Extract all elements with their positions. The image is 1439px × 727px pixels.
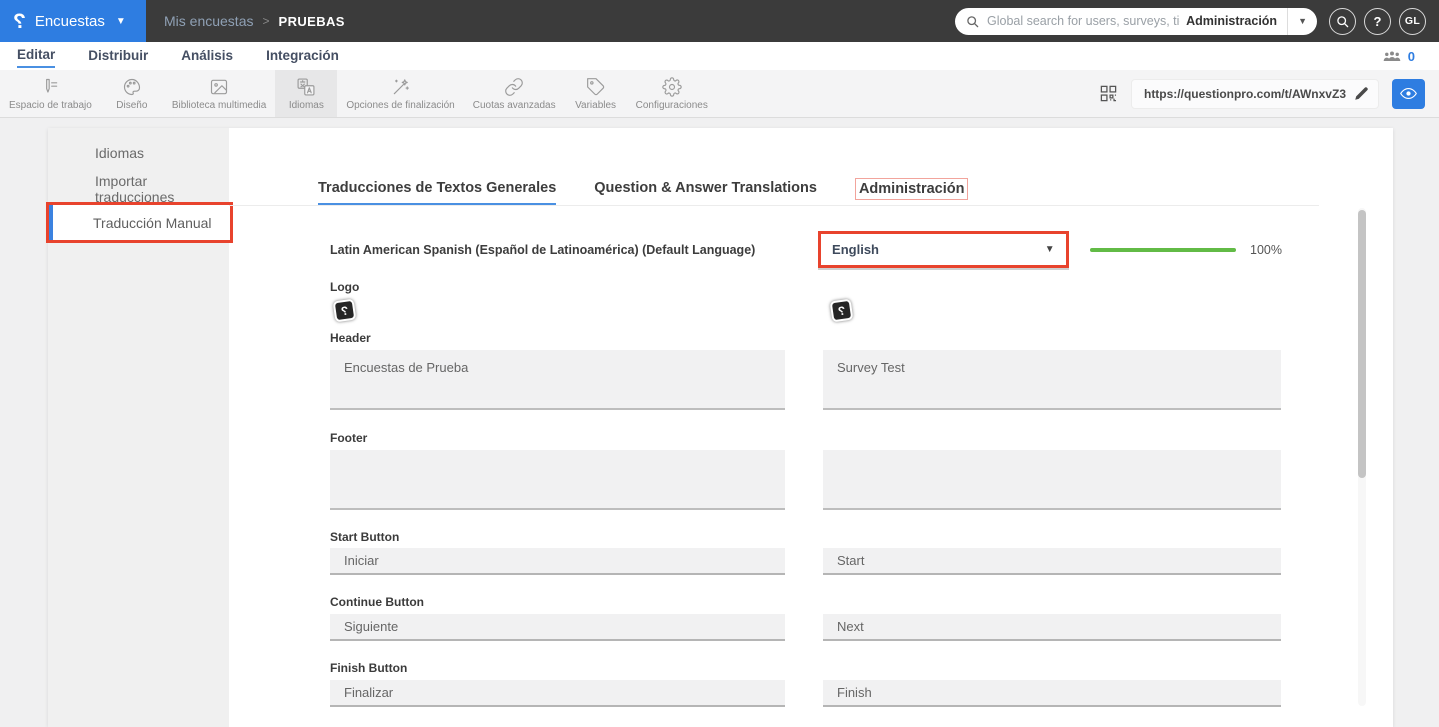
tab-question-answer-translations[interactable]: Question & Answer Translations — [594, 180, 817, 206]
workspace-icon — [40, 77, 60, 97]
image-icon — [209, 77, 229, 97]
source-logo-thumbnail[interactable]: ? — [332, 298, 357, 323]
respondent-count[interactable]: 0 — [1408, 49, 1415, 64]
field-label-continue-button: Continue Button — [330, 595, 424, 609]
breadcrumb-current: PRUEBAS — [278, 13, 345, 29]
target-language-dropdown[interactable]: English ▼ — [818, 231, 1069, 268]
target-logo-thumbnail[interactable]: ? — [829, 298, 854, 323]
start-button-source-input[interactable]: Iniciar — [330, 548, 785, 575]
brand-label: Encuestas — [34, 12, 105, 30]
survey-nav: Editar Distribuir Análisis Integración 0 — [0, 42, 1439, 70]
toolbar-item-configuraciones[interactable]: Configuraciones — [627, 70, 717, 117]
breadcrumb-separator: > — [262, 14, 270, 28]
search-button[interactable] — [1329, 7, 1356, 35]
field-label-logo: Logo — [330, 280, 360, 294]
breadcrumb-parent-link[interactable]: Mis encuestas — [164, 13, 253, 29]
search-icon — [966, 15, 979, 28]
header-fields-row: Encuestas de Prueba Survey Test — [330, 350, 1282, 410]
translation-tabs: Traducciones de Textos Generales Questio… — [318, 178, 969, 206]
nav-item-analisis[interactable]: Análisis — [181, 45, 233, 67]
chevron-down-icon: ▼ — [1044, 244, 1055, 255]
nav-item-integracion[interactable]: Integración — [266, 45, 339, 67]
search-scope-dropdown[interactable]: ▼ — [1287, 7, 1317, 35]
qr-code-button[interactable] — [1099, 84, 1118, 103]
start-button-target-input[interactable]: Start — [823, 548, 1281, 575]
wand-icon — [391, 77, 411, 97]
chevron-down-icon: ▼ — [115, 15, 126, 27]
global-search: Administración ▼ — [955, 7, 1317, 35]
tag-icon — [586, 77, 606, 97]
languages-sidebar: Idiomas Importar traducciones Traducción… — [46, 128, 233, 727]
field-label-start-button: Start Button — [330, 530, 400, 544]
toolbar-item-variables[interactable]: Variables — [565, 70, 627, 117]
tab-traducciones-textos-generales[interactable]: Traducciones de Textos Generales — [318, 180, 557, 206]
translation-progress-bar — [1089, 247, 1237, 252]
search-scope-label[interactable]: Administración — [1180, 14, 1287, 28]
edit-toolbar: Espacio de trabajo Diseño Biblioteca mul… — [0, 70, 1439, 118]
link-icon — [504, 77, 524, 97]
survey-url-field[interactable]: https://questionpro.com/t/AWnxvZ3 — [1130, 78, 1379, 109]
header-source-textarea[interactable]: Encuestas de Prueba — [330, 350, 785, 410]
brand-menu[interactable]: ? Encuestas ▼ — [0, 0, 146, 42]
source-language-label: Latin American Spanish (Español de Latin… — [330, 242, 756, 257]
general-texts-panel: Latin American Spanish (Español de Latin… — [229, 205, 1319, 711]
breadcrumb: Mis encuestas > PRUEBAS — [146, 13, 955, 29]
toolbar-item-opciones-de-finalizacion[interactable]: Opciones de finalización — [337, 70, 463, 117]
edit-url-pencil-icon[interactable] — [1354, 86, 1369, 101]
tab-administracion[interactable]: Administración — [854, 178, 969, 200]
toolbar-item-cuotas-avanzadas[interactable]: Cuotas avanzadas — [464, 70, 565, 117]
gear-icon — [662, 76, 682, 97]
translation-progress-percent: 100% — [1250, 242, 1282, 257]
panel-scrollbar-track[interactable] — [1358, 208, 1366, 706]
nav-item-distribuir[interactable]: Distribuir — [88, 45, 148, 67]
finish-button-target-input[interactable]: Finish — [823, 680, 1281, 707]
continue-button-target-input[interactable]: Next — [823, 614, 1281, 641]
field-label-header: Header — [330, 331, 371, 345]
footer-fields-row — [330, 450, 1282, 510]
global-search-input[interactable] — [987, 14, 1181, 28]
panel-scrollbar-thumb[interactable] — [1358, 210, 1366, 478]
continue-button-fields-row: Siguiente Next — [330, 614, 1282, 641]
translate-icon — [296, 77, 316, 97]
sidebar-item-idiomas[interactable]: Idiomas — [48, 136, 229, 170]
eye-icon — [1400, 85, 1417, 102]
logo-thumbnails-row: ? ? — [330, 298, 1282, 323]
field-label-footer: Footer — [330, 431, 368, 445]
avatar[interactable]: GL — [1399, 7, 1426, 35]
start-button-fields-row: Iniciar Start — [330, 548, 1282, 575]
footer-source-textarea[interactable] — [330, 450, 785, 510]
finish-button-source-input[interactable]: Finalizar — [330, 680, 785, 707]
questionpro-logo-icon: ? — [13, 9, 26, 33]
toolbar-item-diseno[interactable]: Diseño — [101, 70, 163, 117]
finish-button-fields-row: Finalizar Finish — [330, 680, 1282, 707]
continue-button-source-input[interactable]: Siguiente — [330, 614, 785, 641]
top-bar: ? Encuestas ▼ Mis encuestas > PRUEBAS Ad… — [0, 0, 1439, 42]
header-target-textarea[interactable]: Survey Test — [823, 350, 1281, 410]
toolbar-item-espacio-de-trabajo[interactable]: Espacio de trabajo — [0, 70, 101, 117]
nav-item-editar[interactable]: Editar — [17, 44, 56, 68]
language-selector-row: Latin American Spanish (Español de Latin… — [330, 231, 1282, 268]
footer-target-textarea[interactable] — [823, 450, 1281, 510]
field-label-finish-button: Finish Button — [330, 661, 408, 675]
survey-url[interactable]: https://questionpro.com/t/AWnxvZ3 — [1144, 87, 1346, 101]
languages-content-card: Idiomas Importar traducciones Traducción… — [46, 128, 1393, 727]
sidebar-item-importar-traducciones[interactable]: Importar traducciones — [48, 172, 229, 206]
respondents-icon — [1383, 50, 1401, 63]
toolbar-item-idiomas[interactable]: Idiomas — [275, 70, 338, 117]
sidebar-item-traduccion-manual[interactable]: Traducción Manual — [46, 202, 233, 243]
preview-button[interactable] — [1392, 78, 1425, 109]
help-button[interactable]: ? — [1364, 7, 1391, 35]
translation-main-area: Traducciones de Textos Generales Questio… — [229, 128, 1393, 727]
palette-icon — [122, 77, 142, 97]
toolbar-item-biblioteca-multimedia[interactable]: Biblioteca multimedia — [163, 70, 276, 117]
